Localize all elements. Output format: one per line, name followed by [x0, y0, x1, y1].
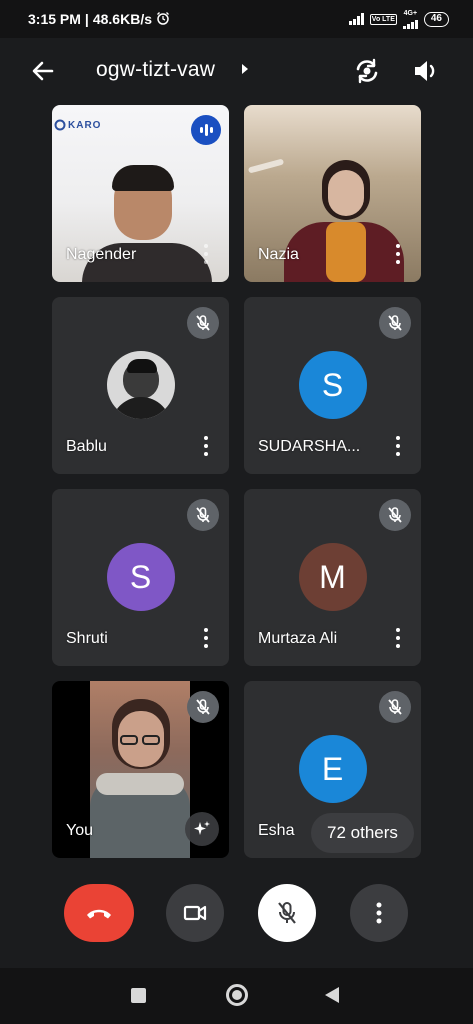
mic-off-icon	[379, 691, 411, 723]
more-vert-icon	[376, 902, 382, 924]
participant-name: Nazia	[258, 246, 299, 263]
end-call-icon	[87, 909, 111, 919]
participant-name: Bablu	[66, 438, 107, 455]
status-time: 3:15 PM	[28, 11, 81, 27]
status-bar: 3:15 PM | 48.6KB/s Vo LTE 4G+ 46	[0, 0, 473, 38]
mic-off-icon	[187, 499, 219, 531]
participant-tile-bablu[interactable]: Bablu	[52, 297, 229, 474]
system-nav-bar	[0, 968, 473, 1024]
effects-sparkle-icon[interactable]	[185, 812, 219, 846]
speaking-indicator-icon	[191, 115, 221, 145]
participant-name: Esha	[258, 822, 295, 839]
status-speed: 48.6KB/s	[92, 11, 152, 27]
ceiling-fan	[247, 158, 285, 174]
mic-off-icon	[187, 307, 219, 339]
participant-tile-nagender[interactable]: KARO Nagender	[52, 105, 229, 282]
speaker-icon[interactable]	[410, 56, 440, 86]
logo-text: KARO	[68, 119, 102, 131]
participant-tile-shruti[interactable]: S Shruti	[52, 489, 229, 666]
switch-camera-icon[interactable]	[352, 56, 382, 86]
back-arrow-icon[interactable]	[28, 56, 58, 86]
signal-icon	[348, 13, 364, 25]
mic-off-icon	[187, 691, 219, 723]
participant-tile-self[interactable]: You	[52, 681, 229, 858]
meeting-code[interactable]: ogw-tizt-vaw	[96, 58, 215, 82]
participant-tile-sudarsha[interactable]: S SUDARSHA...	[244, 297, 421, 474]
home-icon[interactable]	[226, 984, 248, 1006]
avatar-initial: M	[298, 543, 367, 611]
participant-name: Murtaza Ali	[258, 630, 338, 647]
more-vert-icon[interactable]	[203, 436, 209, 456]
participant-name: Nagender	[66, 246, 137, 263]
self-video-feed	[90, 681, 190, 858]
end-call-button[interactable]	[64, 884, 134, 942]
caret-right-icon[interactable]	[240, 62, 250, 81]
avatar-initial: E	[298, 735, 367, 803]
recents-icon[interactable]	[131, 988, 146, 1003]
video-camera-icon	[183, 905, 207, 921]
alarm-icon	[156, 11, 170, 28]
nav-back-icon[interactable]	[325, 987, 339, 1003]
participant-video-person	[82, 165, 212, 282]
participant-tile-murtaza-ali[interactable]: M Murtaza Ali	[244, 489, 421, 666]
more-vert-icon[interactable]	[395, 436, 401, 456]
battery-indicator: 46	[423, 11, 449, 27]
meeting-header: ogw-tizt-vaw	[0, 38, 473, 102]
more-vert-icon[interactable]	[203, 244, 209, 264]
network-type-label: 4G+	[403, 9, 418, 17]
avatar-initial: S	[106, 543, 175, 611]
more-vert-icon[interactable]	[395, 244, 401, 264]
participant-name: SUDARSHA...	[258, 438, 361, 455]
avatar-photo	[106, 351, 175, 419]
mic-off-icon	[278, 902, 296, 924]
more-options-button[interactable]	[350, 884, 408, 942]
more-vert-icon[interactable]	[203, 628, 209, 648]
participant-name: You	[66, 822, 93, 839]
mic-off-icon	[379, 307, 411, 339]
avatar-initial: S	[298, 351, 367, 419]
signal-2-icon	[402, 17, 418, 29]
more-vert-icon[interactable]	[395, 628, 401, 648]
participant-tile-nazia[interactable]: Nazia	[244, 105, 421, 282]
volte-badge: Vo LTE	[369, 13, 397, 25]
microphone-toggle-button[interactable]	[258, 884, 316, 942]
mic-off-icon	[379, 499, 411, 531]
company-logo: KARO	[54, 119, 101, 131]
camera-toggle-button[interactable]	[166, 884, 224, 942]
others-count-button[interactable]: 72 others	[311, 813, 414, 853]
participant-video-person	[284, 160, 404, 282]
participant-name: Shruti	[66, 630, 108, 647]
